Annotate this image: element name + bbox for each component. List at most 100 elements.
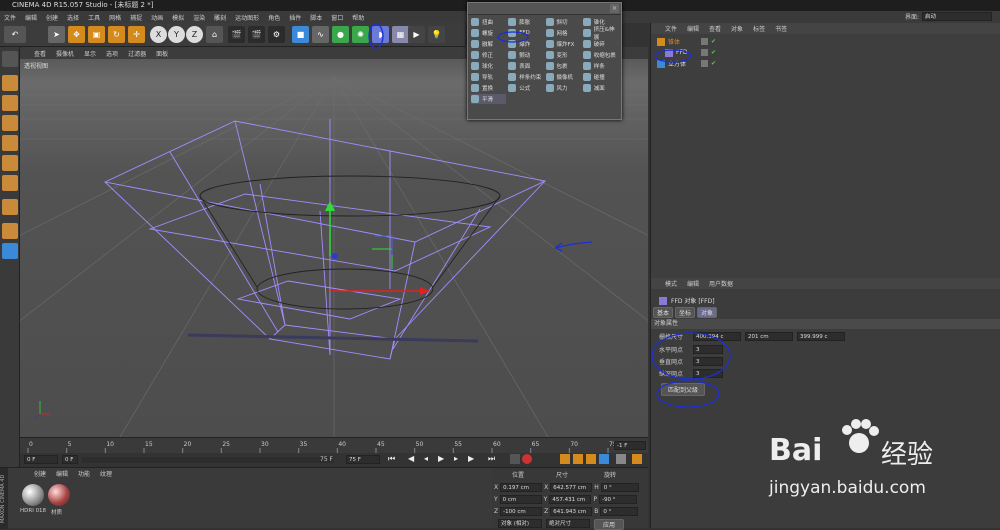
make-editable-icon[interactable] — [2, 51, 18, 67]
select-tool-icon[interactable]: ➤ — [48, 26, 65, 43]
menu-item[interactable]: 文件 — [4, 13, 16, 22]
nurbs-icon[interactable]: ● — [332, 26, 349, 43]
menu-item[interactable]: 模拟 — [172, 13, 184, 22]
next-frame-icon[interactable]: ▸ — [454, 454, 458, 463]
light-icon[interactable]: 💡 — [428, 26, 445, 43]
material-ball[interactable] — [48, 484, 70, 506]
render-view-icon[interactable]: 🎬 — [228, 26, 245, 43]
subtab-coords[interactable]: 坐标 — [675, 307, 696, 318]
start-frame-field[interactable]: 0 F — [24, 455, 58, 464]
model-mode-icon[interactable] — [2, 75, 18, 91]
add-tool-icon[interactable]: ✛ — [128, 26, 145, 43]
deformer-item[interactable]: 公式 — [508, 83, 543, 93]
axis-z-button[interactable]: Z — [186, 26, 203, 43]
end-frame-field[interactable]: 75 F — [346, 455, 380, 464]
render-settings-icon[interactable]: ⚙ — [268, 26, 285, 43]
size-x-field[interactable]: 642.577 cm — [550, 483, 593, 492]
viewport-menu-item[interactable]: 选项 — [106, 49, 118, 58]
grid-size-z-field[interactable]: 399.999 c — [797, 332, 845, 341]
tweak-mode-icon[interactable] — [2, 223, 18, 239]
deformer-item[interactable]: 爆炸 — [508, 39, 543, 49]
current-frame-field[interactable]: 0 F — [62, 455, 78, 464]
menu-item[interactable]: 窗口 — [331, 13, 343, 22]
spline-icon[interactable]: ∿ — [312, 26, 329, 43]
subtab-basic[interactable]: 基本 — [653, 307, 674, 318]
go-end-icon[interactable]: ⏭ — [488, 454, 495, 464]
viewport-menu-item[interactable]: 显示 — [84, 49, 96, 58]
size-mode-select[interactable]: 绝对尺寸 — [546, 519, 590, 528]
viewport-menu-item[interactable]: 查看 — [34, 49, 46, 58]
rotate-tool-icon[interactable]: ↻ — [108, 26, 125, 43]
texture-mode-icon[interactable] — [2, 95, 18, 111]
deformer-item[interactable]: 收缩包裹 — [582, 50, 618, 60]
attr-tab[interactable]: 模式 — [665, 279, 677, 288]
menu-item[interactable]: 动画 — [151, 13, 163, 22]
menu-item[interactable]: 角色 — [268, 13, 280, 22]
prev-frame-icon[interactable]: ◂ — [424, 454, 428, 463]
render-picture-viewer-icon[interactable]: 🎬 — [248, 26, 265, 43]
popup-title-bar[interactable]: × — [468, 3, 621, 15]
menu-item[interactable]: 雕刻 — [214, 13, 226, 22]
timeline-window-icon[interactable] — [632, 454, 642, 464]
layout-select[interactable]: 启动 — [922, 12, 992, 21]
deformer-item[interactable]: 融解 — [471, 39, 506, 49]
deformer-item[interactable]: 球化 — [471, 61, 506, 71]
mat-tab[interactable]: 创建 — [34, 469, 46, 478]
deformer-item[interactable]: 平滑 — [471, 94, 507, 104]
deformer-icon[interactable]: ◗ — [372, 26, 389, 43]
next-key-icon[interactable]: ▶ — [468, 454, 474, 463]
axis-y-button[interactable]: Y — [168, 26, 185, 43]
current-frame-right-field[interactable]: -1 F — [614, 441, 646, 450]
scale-tool-icon[interactable]: ▣ — [88, 26, 105, 43]
coord-mode-select[interactable]: 对象 (相对) — [498, 519, 542, 528]
size-z-field[interactable]: 641.943 cm — [550, 507, 593, 516]
deformer-item[interactable]: 风力 — [545, 83, 581, 93]
menu-item[interactable]: 帮助 — [352, 13, 364, 22]
deformer-item[interactable]: 样条约束 — [508, 72, 543, 82]
grid-size-y-field[interactable]: 201 cm — [745, 332, 793, 341]
deformer-item[interactable]: 颤动 — [508, 50, 543, 60]
key-scale-icon[interactable] — [573, 454, 583, 464]
deformer-item-ffd[interactable]: FFD — [508, 28, 543, 38]
undo-icon[interactable]: ↶ — [4, 26, 26, 43]
viewport-menu-item[interactable]: 面板 — [156, 49, 168, 58]
deformer-item[interactable]: 碰撞 — [582, 72, 618, 82]
deformer-item[interactable]: 置换 — [471, 83, 506, 93]
polygons-mode-icon[interactable] — [2, 175, 18, 191]
play-icon[interactable]: ▶ — [438, 454, 444, 463]
scene-floor-icon[interactable]: ▦ — [392, 26, 409, 43]
menu-item[interactable]: 创建 — [46, 13, 58, 22]
pos-y-field[interactable]: 0 cm — [499, 495, 542, 504]
subtab-object[interactable]: 对象 — [697, 307, 718, 318]
menu-item[interactable]: 编辑 — [25, 13, 37, 22]
deformer-item[interactable]: 膨胀 — [508, 17, 543, 27]
close-icon[interactable]: × — [610, 4, 619, 13]
autokey-icon[interactable] — [522, 454, 532, 464]
attr-tab[interactable]: 编辑 — [687, 279, 699, 288]
key-pla-icon[interactable] — [616, 454, 626, 464]
deformer-item[interactable]: 变形 — [545, 50, 581, 60]
edges-mode-icon[interactable] — [2, 155, 18, 171]
attr-tab[interactable]: 用户数据 — [709, 279, 733, 288]
deformer-item[interactable]: 摄像机 — [545, 72, 581, 82]
deformer-item[interactable]: 表面 — [508, 61, 543, 71]
cube-primitive-icon[interactable]: ■ — [292, 26, 309, 43]
points-mode-icon[interactable] — [2, 135, 18, 151]
deformer-item[interactable]: 挤压&伸展 — [582, 27, 618, 41]
rot-p-field[interactable]: -90 ° — [598, 495, 637, 504]
deformer-item[interactable]: 网格 — [545, 28, 581, 38]
record-icon[interactable] — [510, 454, 520, 464]
size-y-field[interactable]: 457.431 cm — [549, 495, 592, 504]
deformer-item[interactable]: 扭曲 — [471, 17, 506, 27]
material-ball-hdri[interactable] — [22, 484, 44, 506]
range-slider[interactable] — [82, 457, 334, 463]
axis-x-button[interactable]: X — [150, 26, 167, 43]
mat-tab[interactable]: 功能 — [78, 469, 90, 478]
move-tool-icon[interactable]: ✥ — [68, 26, 85, 43]
mat-tab[interactable]: 编辑 — [56, 469, 68, 478]
viewport-menu-item[interactable]: 过滤器 — [128, 49, 146, 58]
workplane-icon[interactable] — [2, 115, 18, 131]
key-rot-icon[interactable] — [586, 454, 596, 464]
pos-x-field[interactable]: 0.197 cm — [500, 483, 543, 492]
viewport-menu-item[interactable]: 摄像机 — [56, 49, 74, 58]
